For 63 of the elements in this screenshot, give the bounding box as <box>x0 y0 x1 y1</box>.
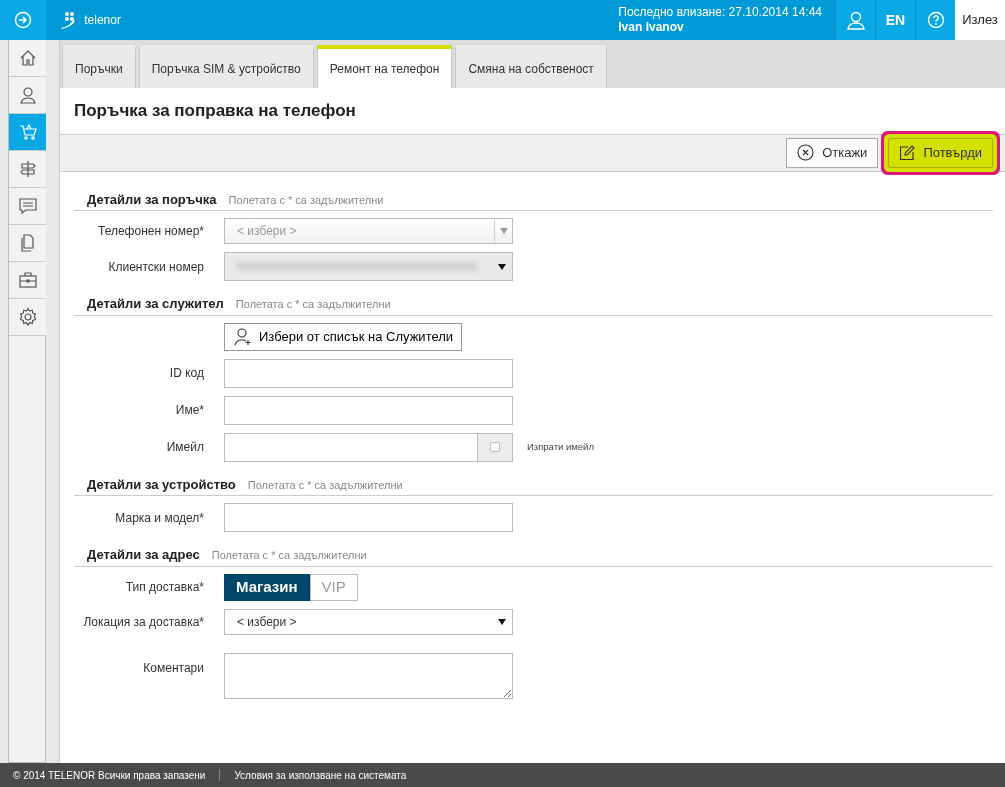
section-title: Детайли за адрес <box>87 546 200 564</box>
checkbox[interactable] <box>490 442 500 452</box>
briefcase-nav-button[interactable] <box>9 262 46 299</box>
tab[interactable]: Ремонт на телефон <box>316 45 453 88</box>
toggle-option[interactable]: Магазин <box>224 573 310 601</box>
settings-nav-button[interactable] <box>9 299 46 336</box>
terms-link[interactable]: Условия за използване на системата <box>234 767 407 783</box>
field-label: Коментари <box>142 659 205 677</box>
field-label: Имейл <box>165 439 205 456</box>
copyright-text: © 2014 TELENOR Всички права запазени <box>13 768 206 783</box>
email-field[interactable] <box>224 432 478 462</box>
caret-icon <box>498 264 506 271</box>
required-note: Полетата с * са задължителни <box>235 297 391 312</box>
user-icon <box>17 85 38 105</box>
tab[interactable]: Смяна на собственост <box>455 45 607 88</box>
settings-icon <box>17 307 38 327</box>
profile-button[interactable] <box>835 0 875 40</box>
section-title: Детайли за поръчка <box>87 190 217 209</box>
user-icon <box>845 10 866 30</box>
add-user-icon <box>233 326 253 347</box>
chat-nav-button[interactable] <box>9 188 46 225</box>
field-label: Клиентски номер <box>107 258 205 276</box>
close-icon <box>797 144 815 161</box>
required-note: Полетата с * са задължителни <box>228 192 384 208</box>
tab[interactable]: Поръчка SIM & устройство <box>138 45 314 88</box>
chat-icon <box>17 196 38 216</box>
help-button[interactable] <box>915 0 955 40</box>
cancel-button[interactable]: Откажи <box>786 137 879 168</box>
documents-nav-button[interactable] <box>9 225 46 262</box>
brand-name: telenor <box>84 12 121 29</box>
checkbox-label: Изпрати имейл <box>527 439 594 454</box>
user-nav-button[interactable] <box>9 77 46 114</box>
section-title: Детайли за устройство <box>87 475 236 494</box>
select-field[interactable] <box>224 252 513 281</box>
field-label: Телефонен номер* <box>97 223 205 240</box>
home-nav-button[interactable] <box>9 40 46 77</box>
signpost-nav-button[interactable] <box>9 151 46 188</box>
user-name: Ivan Ivanov <box>618 20 685 35</box>
text-field[interactable] <box>224 358 513 388</box>
field-label: Тип доставка* <box>124 579 205 596</box>
cart-icon <box>17 122 38 142</box>
text-field[interactable] <box>224 395 513 425</box>
select-field[interactable]: < избери > <box>224 608 513 635</box>
comments-field[interactable] <box>224 652 513 699</box>
field-label: Локация за доставка* <box>82 613 205 631</box>
sign-in-icon[interactable] <box>14 11 32 29</box>
required-note: Полетата с * са задължителни <box>211 548 367 563</box>
required-note: Полетата с * са задължителни <box>247 477 403 493</box>
briefcase-icon <box>17 270 38 290</box>
edit-icon <box>899 144 916 161</box>
caret-icon <box>498 619 506 626</box>
tab[interactable]: Поръчки <box>62 45 136 88</box>
field-label: Марка и модел* <box>114 509 205 527</box>
logout-button[interactable]: Излез <box>955 0 1005 40</box>
field-label: Име* <box>174 402 205 419</box>
cart-nav-button[interactable] <box>9 114 46 151</box>
section-title: Детайли за служител <box>87 295 224 313</box>
employee-list-button[interactable]: Избери от списък на Служители <box>224 322 463 351</box>
caret-icon <box>499 228 508 234</box>
text-field[interactable] <box>224 503 513 532</box>
help-icon <box>926 11 945 29</box>
last-login-text: Последно влизане: 27.10.2014 14:44 <box>618 5 822 20</box>
field-label: ID код <box>168 365 205 382</box>
